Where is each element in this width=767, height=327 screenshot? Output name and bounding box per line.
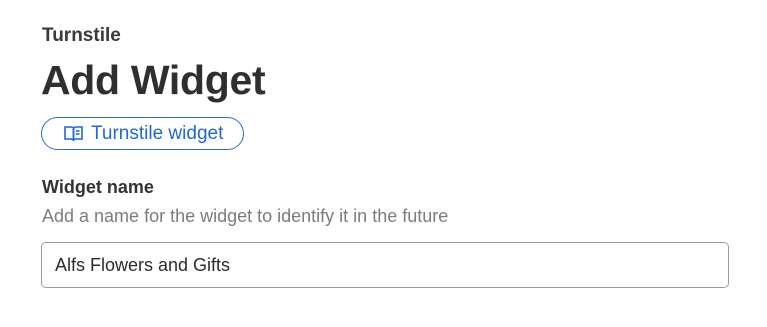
widget-name-input[interactable] <box>41 242 729 288</box>
product-name: Turnstile <box>42 25 121 46</box>
widget-name-label: Widget name <box>42 177 154 197</box>
turnstile-widget-docs-link[interactable]: Turnstile widget <box>41 117 245 150</box>
widget-name-help-text: Add a name for the widget to identify it… <box>42 206 449 226</box>
page-title: Add Widget <box>41 57 266 103</box>
turnstile-widget-docs-label: Turnstile widget <box>91 122 224 144</box>
book-icon <box>64 125 83 142</box>
